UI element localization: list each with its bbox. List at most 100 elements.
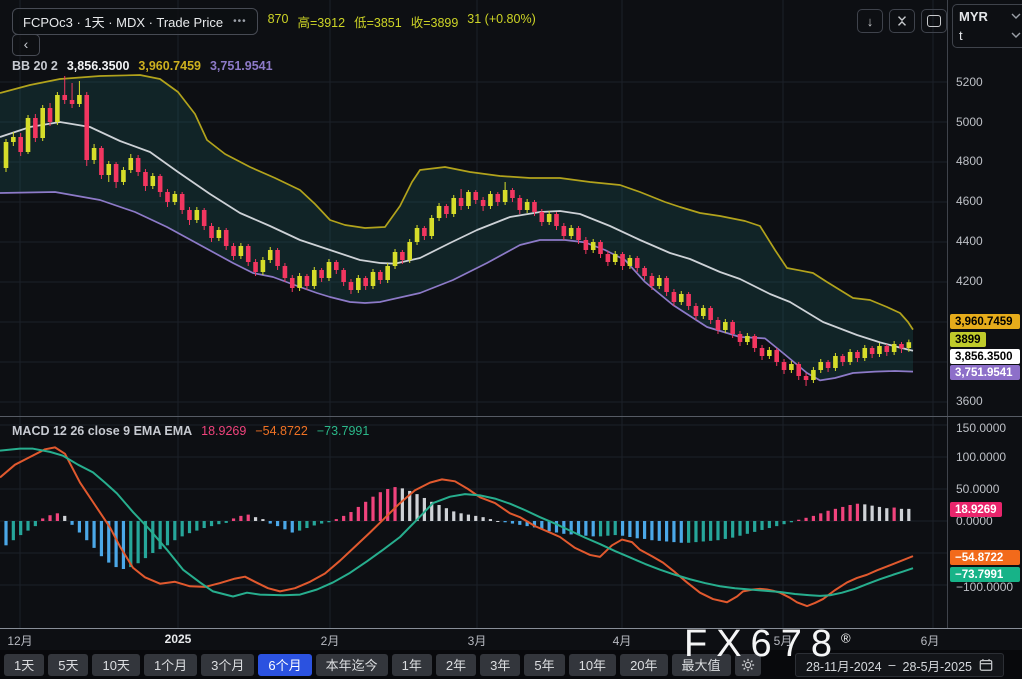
range-button-10[interactable]: 5年 [524,653,565,676]
candle-body [458,198,464,206]
candle-body [642,268,647,276]
candle-body [370,272,376,286]
more-icon[interactable]: ••• [233,16,247,27]
currency-dropdown[interactable]: MYR [959,7,1021,26]
macd-histogram-bar [459,513,463,521]
macd-histogram-bar [606,521,610,536]
candle-body [730,322,735,334]
candle-body [811,370,816,380]
candle-body [517,198,523,210]
candle-body [245,246,251,262]
collapse-pane-icon[interactable] [889,9,915,33]
macd-histogram-bar [811,515,815,521]
range-button-11[interactable]: 10年 [568,653,617,676]
axis-separator[interactable] [947,0,948,628]
macd-histogram-bar [797,519,801,521]
candle-body [656,278,662,286]
macd-chart[interactable] [0,417,947,628]
time-axis-label[interactable]: 2月 [321,632,340,649]
macd-tick-label: 150.0000 [956,421,1007,435]
candle-body [341,270,346,282]
macd-histogram-bar [466,514,471,521]
symbol-title: FCPOc3 · 1天 · MDX · Trade Price [23,15,224,30]
macd-histogram-bar [804,517,808,521]
macd-histogram-bar [745,521,749,534]
macd-histogram-bar [4,521,8,546]
range-button-8[interactable]: 2年 [435,653,477,676]
candle-body [884,346,890,352]
range-button-9[interactable]: 3年 [480,653,521,676]
macd-hist-value-label: 18.9269 [950,502,1002,517]
bb-lower-price-label: 3,751.9541 [950,365,1020,380]
candle-body [407,242,412,260]
candle-body [568,228,574,236]
symbol-pill[interactable]: FCPOc3 · 1天 · MDX · Trade Price ••• [12,8,258,35]
time-axis-label[interactable]: 2025 [165,632,192,646]
move-pane-down-icon[interactable]: ↓ [857,9,883,33]
candle-body [686,294,691,306]
candle-body [532,202,537,212]
time-axis-label[interactable]: 3月 [468,632,487,649]
price-tick-label: 5000 [956,115,983,129]
candle-body [326,262,332,278]
candle-body [172,194,178,202]
macd-histogram-bar [11,521,15,541]
pane-divider[interactable] [0,416,1022,417]
range-button-7[interactable]: 1年 [391,653,432,676]
macd-histogram-bar [474,515,478,521]
range-button-5[interactable]: 6个月 [258,653,312,676]
calendar-icon [979,659,993,671]
open-value: 870 [267,12,289,26]
macd-histogram-bar [121,521,126,569]
macd-histogram-bar [261,519,265,521]
candle-body [869,348,875,354]
bb-indicator-legend[interactable]: BB 20 2 3,856.3500 3,960.7459 3,751.9541 [12,59,273,73]
macd-histogram-bar [77,521,81,533]
time-axis-label[interactable]: 12月 [7,632,32,649]
time-axis-label[interactable]: 4月 [613,632,632,649]
range-button-0[interactable]: 1天 [4,653,45,676]
candle-body [855,352,860,358]
candle-body [649,276,655,286]
range-button-3[interactable]: 1个月 [143,653,198,676]
macd-histogram-bar [180,521,184,537]
range-button-12[interactable]: 20年 [620,653,668,676]
price-axis[interactable]: MYR t 5200 5000 4800 4600 4400 4200 3600 150.00… [948,0,1022,628]
macd-histogram-bar [151,521,155,553]
candle-body [311,270,317,286]
chevron-down-icon [1011,32,1021,38]
unit-dropdown[interactable]: t [959,26,1021,45]
macd-histogram-bar [775,521,779,527]
chevron-left-icon[interactable]: ‹ [12,34,40,56]
macd-signal-value: −73.7991 [316,424,370,438]
candle-body [267,250,273,260]
macd-histogram-bar [789,521,793,523]
range-button-1[interactable]: 5天 [48,653,89,676]
bb-fill [0,75,913,381]
macd-histogram-bar [19,521,23,536]
macd-indicator-legend[interactable]: MACD 12 26 close 9 EMA EMA 18.9269 −54.8… [12,424,369,438]
candle-body [701,308,706,316]
macd-histogram-bar [855,503,860,521]
macd-histogram-bar [503,521,507,523]
range-button-2[interactable]: 10天 [92,653,140,676]
ohlc-values: 870 高=3912 低=3851 收=3899 31 (+0.80%) [268,12,536,31]
candle-body [634,258,640,268]
range-button-4[interactable]: 3个月 [201,653,255,676]
price-tick-label: 5200 [956,75,983,89]
candle-body [605,254,611,262]
bb-lower-value: 3,751.9541 [209,59,273,73]
candle-body [55,95,60,122]
candle-body [862,348,868,358]
macd-histogram-bar [129,521,133,568]
watermark-text: FX678 [684,623,841,665]
candle-body [216,230,222,238]
time-axis-label[interactable]: 6月 [921,632,940,649]
macd-histogram-bar [481,517,485,521]
macd-histogram-bar [298,521,302,531]
macd-hist-value: 18.9269 [201,424,247,438]
candle-body [554,214,559,226]
range-button-6[interactable]: 本年迄今 [315,653,388,676]
time-axis[interactable]: 12月 2025 2月 3月 4月 5月 6月 [0,629,1022,650]
maximize-pane-icon[interactable] [921,9,947,33]
